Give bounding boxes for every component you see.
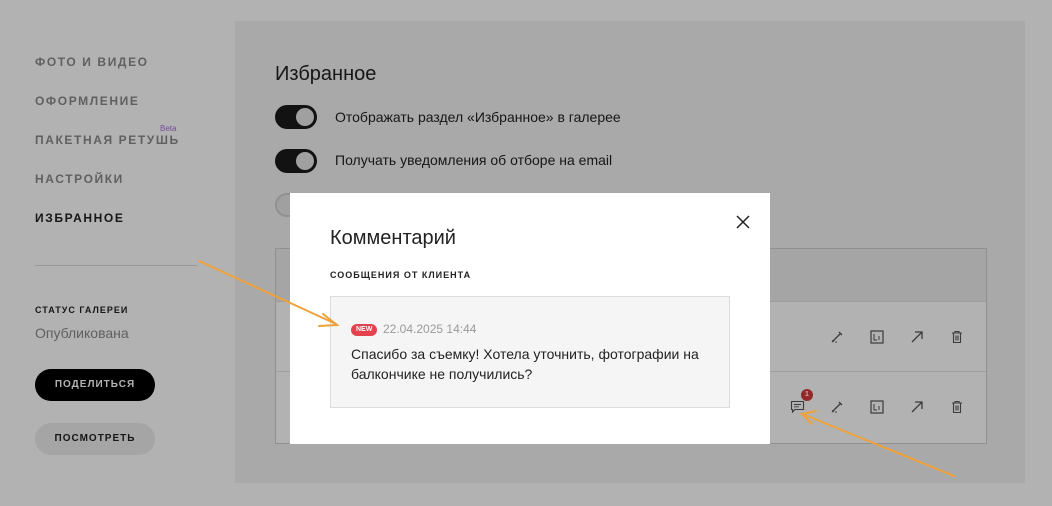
annotation-arrows — [198, 260, 955, 477]
arrow-to-comment — [804, 414, 955, 477]
arrow-to-message — [198, 260, 337, 325]
